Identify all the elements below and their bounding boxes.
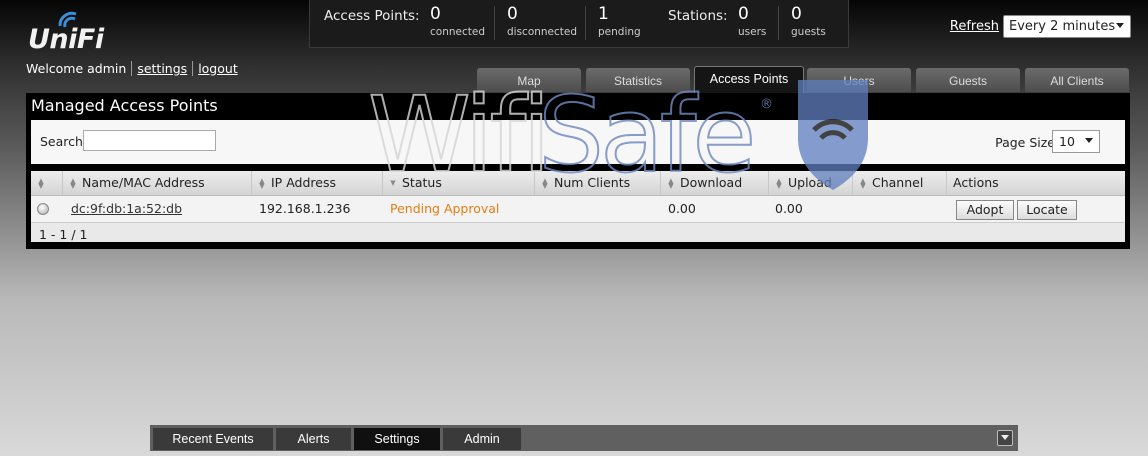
welcome-text: Welcome admin [26,61,127,76]
column-header-channel[interactable]: ▲ ▼ Channel [852,171,946,195]
refresh-control: Refresh Every 2 minutes [950,15,1131,38]
users-count: 0 [738,4,749,24]
table-header: ▲ ▼ ▲ ▼ Name/MAC Address ▲ ▼ IP Address ▼ Stat… [31,171,1125,196]
sort-icon: ▲ ▼ [542,176,548,190]
adopt-button[interactable]: Adopt [956,200,1014,220]
tab-access-points[interactable]: Access Points [694,66,804,93]
bottom-tab-recent-events[interactable]: Recent Events [153,428,273,450]
ap-status: Pending Approval [390,201,500,216]
page-size-value: 10 [1059,134,1075,149]
pending-count: 1 [598,4,609,24]
access-point-icon [37,203,49,215]
logout-link[interactable]: logout [198,61,238,76]
guests-label: guests [791,26,826,38]
table-row: dc:9f:db:1a:52:db 192.168.1.236 Pending … [31,196,1125,223]
refresh-interval-value: Every 2 minutes [1009,19,1116,34]
connected-count: 0 [430,4,441,24]
tab-users[interactable]: Users [807,68,911,92]
disconnected-label: disconnected [507,26,578,38]
sort-icon: ▲ ▼ [70,176,76,190]
bottom-bar: Recent Events Alerts Settings Admin [150,425,1018,451]
stats-panel: Access Points: 0 connected 0 disconnecte… [309,0,849,48]
user-bar: Welcome admin settings logout [26,61,243,76]
users-label: users [738,26,767,38]
column-header-ip[interactable]: ▲ ▼ IP Address [251,171,382,195]
sort-icon: ▲ ▼ [776,176,782,190]
chevron-down-icon [1085,138,1093,143]
page-size-label: Page Size [995,135,1055,150]
sort-icon: ▲ ▼ [860,176,866,190]
column-header-actions: Actions [946,171,1125,195]
tab-guests[interactable]: Guests [916,68,1020,92]
sort-icon: ▲ ▼ [668,176,674,190]
ap-upload: 0.00 [775,201,803,216]
pagination-info: 1 - 1 / 1 [39,227,88,242]
column-header-name[interactable]: ▲ ▼ Name/MAC Address [62,171,251,195]
panel-title: Managed Access Points [31,96,218,115]
connected-label: connected [430,26,485,38]
access-points-stat-label: Access Points: [324,8,420,24]
access-points-table: ▲ ▼ ▲ ▼ Name/MAC Address ▲ ▼ IP Address ▼ Stat… [31,171,1125,242]
tab-all-clients[interactable]: All Clients [1025,68,1129,92]
managed-access-points-panel: Managed Access Points Search Page Size 1… [26,93,1130,249]
column-header-download[interactable]: ▲ ▼ Download [660,171,768,195]
stat-divider [585,6,586,40]
refresh-interval-select[interactable]: Every 2 minutes [1003,15,1131,38]
column-header-select[interactable]: ▲ ▼ [31,171,62,195]
search-label: Search [40,134,83,149]
page-size-select[interactable]: 10 [1052,130,1100,153]
unifi-logo: UniFi [28,10,138,55]
sort-icon: ▼ [390,179,396,187]
sort-icon: ▲ ▼ [38,176,44,190]
ap-ip-address: 192.168.1.236 [259,201,351,216]
locate-button[interactable]: Locate [1017,200,1077,220]
tab-map[interactable]: Map [477,68,581,92]
search-bar: Search Page Size 10 [31,120,1125,164]
column-header-upload[interactable]: ▲ ▼ Upload [768,171,852,195]
tab-statistics[interactable]: Statistics [586,68,690,92]
chevron-down-icon [1116,23,1124,28]
column-header-status[interactable]: ▼ Status [382,171,534,195]
column-header-num-clients[interactable]: ▲ ▼ Num Clients [534,171,660,195]
expand-toggle-icon[interactable] [997,430,1013,446]
pending-label: pending [598,26,641,38]
ap-download: 0.00 [668,201,696,216]
stations-stat-label: Stations: [668,8,728,24]
stat-divider [778,6,779,40]
logo-text: UniFi [28,24,104,55]
stat-divider [494,6,495,40]
disconnected-count: 0 [507,4,518,24]
bottom-tab-admin[interactable]: Admin [443,428,521,450]
search-input[interactable] [83,130,216,151]
bottom-tab-alerts[interactable]: Alerts [276,428,351,450]
sort-icon: ▲ ▼ [259,176,265,190]
bottom-tab-settings[interactable]: Settings [354,428,440,450]
guests-count: 0 [791,4,802,24]
settings-link[interactable]: settings [137,61,187,76]
ap-mac-link[interactable]: dc:9f:db:1a:52:db [71,201,182,216]
refresh-link[interactable]: Refresh [950,19,999,34]
